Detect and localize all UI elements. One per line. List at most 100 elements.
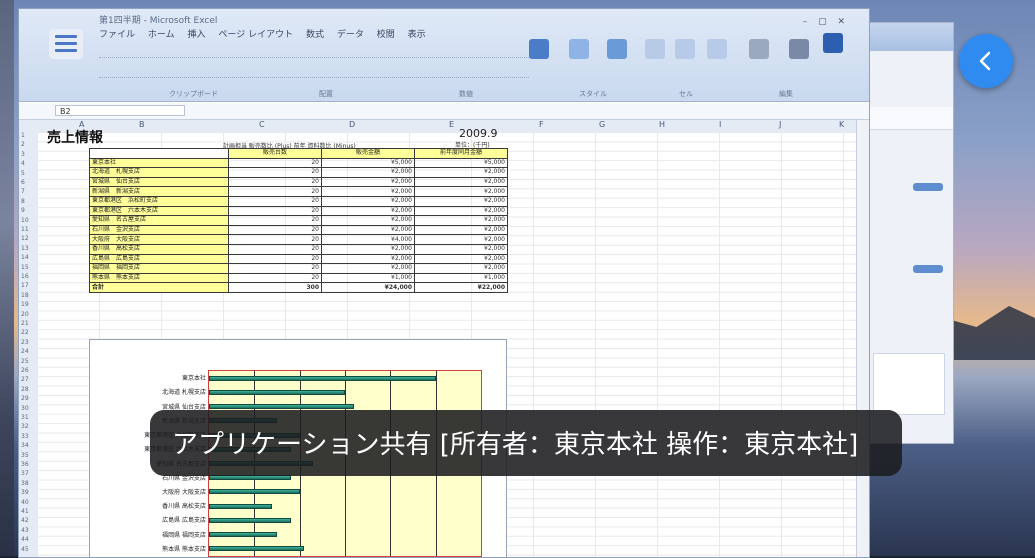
- row-number[interactable]: 41: [21, 508, 29, 515]
- row-number[interactable]: 4: [21, 160, 25, 167]
- row-number[interactable]: 42: [21, 517, 29, 524]
- branch-name-cell[interactable]: 宮城県 仙台支店: [89, 176, 229, 188]
- value-cell[interactable]: ¥2,000: [414, 253, 508, 265]
- value-cell[interactable]: ¥4,000: [321, 234, 415, 245]
- row-number[interactable]: 25: [21, 358, 29, 365]
- branch-name-cell[interactable]: 東京都港区 浜松町支店: [89, 195, 229, 207]
- branch-name-cell[interactable]: 新潟県 新潟支店: [89, 186, 229, 197]
- value-cell[interactable]: ¥24,000: [321, 282, 415, 293]
- branch-name-cell[interactable]: 石川県 金沢支店: [89, 224, 229, 236]
- ribbon-tab[interactable]: ホーム: [148, 30, 175, 40]
- conditional-format-icon[interactable]: [529, 39, 549, 59]
- row-number[interactable]: 2: [21, 141, 25, 148]
- value-cell[interactable]: ¥2,000: [414, 167, 508, 178]
- row-number[interactable]: 43: [21, 527, 29, 534]
- branch-name-cell[interactable]: 香川県 高松支店: [89, 243, 229, 255]
- table-format-icon[interactable]: [569, 39, 589, 59]
- value-cell[interactable]: ¥2,000: [321, 243, 415, 255]
- chart-bar[interactable]: [209, 517, 291, 523]
- value-cell[interactable]: ¥2,000: [321, 186, 415, 197]
- row-number[interactable]: 12: [21, 235, 29, 242]
- background-window-button[interactable]: [913, 265, 943, 273]
- value-cell[interactable]: ¥2,000: [414, 195, 508, 207]
- value-cell[interactable]: ¥2,000: [414, 263, 508, 274]
- font-controls[interactable]: [99, 47, 529, 58]
- value-cell[interactable]: 20: [228, 272, 322, 284]
- value-cell[interactable]: 20: [228, 263, 322, 274]
- row-number[interactable]: 8: [21, 198, 25, 205]
- value-cell[interactable]: ¥2,000: [321, 253, 415, 265]
- value-cell[interactable]: ¥5,000: [321, 157, 415, 169]
- ribbon-tab[interactable]: ファイル: [99, 30, 135, 40]
- row-number[interactable]: 34: [21, 442, 29, 449]
- row-number[interactable]: 44: [21, 536, 29, 543]
- row-number[interactable]: 26: [21, 367, 29, 374]
- chart-bar[interactable]: [209, 489, 300, 495]
- formula-bar[interactable]: B2: [19, 103, 869, 120]
- value-cell[interactable]: ¥2,000: [414, 176, 508, 188]
- branch-name-cell[interactable]: 北海道 札幌支店: [89, 167, 229, 178]
- row-number[interactable]: 21: [21, 320, 29, 327]
- chart-bar[interactable]: [209, 404, 355, 410]
- branch-name-cell[interactable]: 広島県 広島支店: [89, 253, 229, 265]
- hamburger-icon[interactable]: [49, 29, 83, 59]
- table-header-cell[interactable]: [89, 148, 229, 159]
- row-number[interactable]: 18: [21, 292, 29, 299]
- row-number[interactable]: 39: [21, 489, 29, 496]
- name-box[interactable]: B2: [55, 105, 185, 116]
- value-cell[interactable]: ¥1,000: [321, 272, 415, 284]
- find-select-icon[interactable]: [789, 39, 809, 59]
- value-cell[interactable]: ¥1,000: [414, 272, 508, 284]
- value-cell[interactable]: 20: [228, 157, 322, 169]
- cell-style-icon[interactable]: [607, 39, 627, 59]
- background-window[interactable]: [862, 22, 954, 444]
- value-cell[interactable]: ¥2,000: [414, 224, 508, 236]
- value-cell[interactable]: ¥2,000: [321, 195, 415, 207]
- row-number[interactable]: 38: [21, 480, 29, 487]
- table-header-cell[interactable]: 前年度同月金額: [414, 148, 508, 159]
- branch-name-cell[interactable]: 東京本社: [89, 157, 229, 169]
- row-number[interactable]: 31: [21, 414, 29, 421]
- value-cell[interactable]: 300: [228, 282, 322, 293]
- table-header-cell[interactable]: 販売台数: [228, 148, 322, 159]
- chart-bar[interactable]: [209, 546, 305, 552]
- background-window-button[interactable]: [913, 183, 943, 191]
- row-number[interactable]: 40: [21, 499, 29, 506]
- row-number[interactable]: 23: [21, 339, 29, 346]
- value-cell[interactable]: ¥2,000: [321, 167, 415, 178]
- row-number[interactable]: 22: [21, 329, 29, 336]
- row-number[interactable]: 30: [21, 405, 29, 412]
- value-cell[interactable]: ¥2,000: [321, 215, 415, 226]
- value-cell[interactable]: ¥2,000: [321, 176, 415, 188]
- window-controls[interactable]: – ▢ ✕: [803, 17, 849, 27]
- chart-bar[interactable]: [209, 532, 277, 538]
- row-number[interactable]: 24: [21, 348, 29, 355]
- value-cell[interactable]: 20: [228, 224, 322, 236]
- row-number[interactable]: 16: [21, 273, 29, 280]
- row-number[interactable]: 19: [21, 301, 29, 308]
- vertical-scrollbar[interactable]: [856, 120, 869, 557]
- value-cell[interactable]: 20: [228, 167, 322, 178]
- row-number[interactable]: 14: [21, 254, 29, 261]
- format-cell-icon[interactable]: [707, 39, 727, 59]
- row-number[interactable]: 32: [21, 423, 29, 430]
- row-number[interactable]: 35: [21, 452, 29, 459]
- insert-cell-icon[interactable]: [645, 39, 665, 59]
- row-number[interactable]: 33: [21, 433, 29, 440]
- row-number[interactable]: 9: [21, 207, 25, 214]
- branch-name-cell[interactable]: 熊本県 熊本支店: [89, 272, 229, 284]
- row-number[interactable]: 37: [21, 470, 29, 477]
- sort-filter-icon[interactable]: [749, 39, 769, 59]
- value-cell[interactable]: ¥2,000: [414, 215, 508, 226]
- row-number[interactable]: 28: [21, 386, 29, 393]
- row-number[interactable]: 20: [21, 311, 29, 318]
- row-number[interactable]: 45: [21, 546, 29, 553]
- background-window-titlebar[interactable]: [863, 23, 953, 51]
- ribbon-tab[interactable]: 数式: [306, 30, 324, 40]
- row-number[interactable]: 5: [21, 170, 25, 177]
- chart-bar[interactable]: [209, 389, 345, 395]
- row-number[interactable]: 27: [21, 376, 29, 383]
- ribbon-tab[interactable]: データ: [337, 30, 364, 40]
- value-cell[interactable]: ¥2,000: [414, 186, 508, 197]
- back-button[interactable]: [959, 34, 1013, 88]
